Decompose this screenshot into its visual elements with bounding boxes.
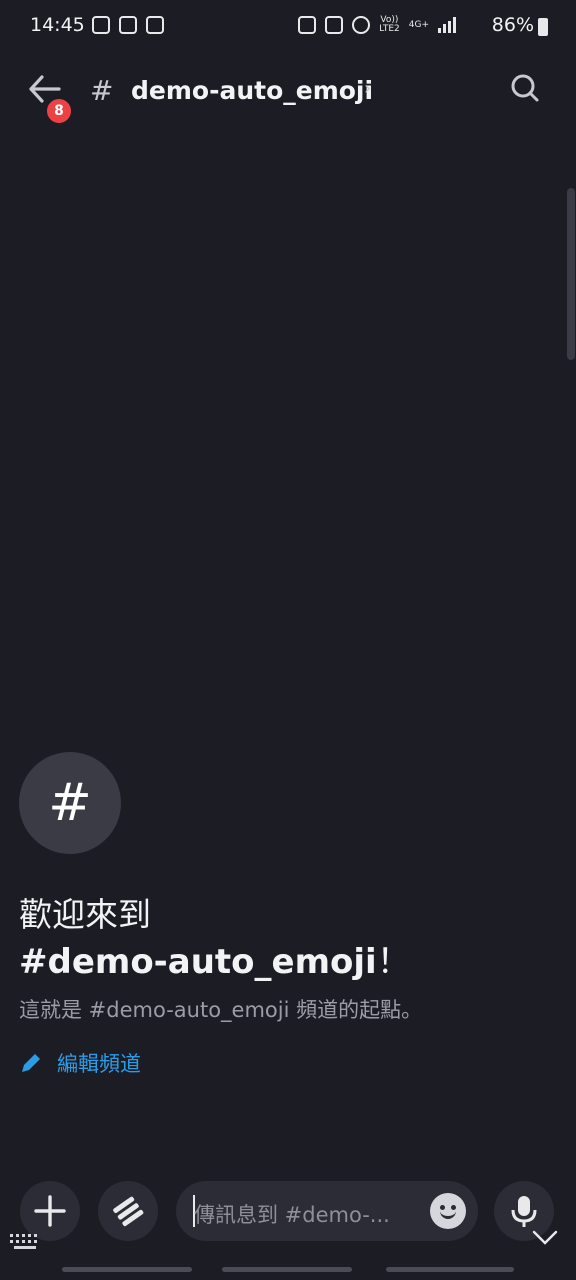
status-time: 14:45	[30, 14, 85, 36]
mute-icon	[325, 16, 344, 34]
net-type-indicator: 4G+	[408, 19, 429, 30]
emoji-eye-right	[451, 1205, 456, 1210]
welcome-description: 這就是 #demo-auto_emoji 頻道的起點。	[19, 998, 423, 1022]
channel-avatar: #	[19, 752, 121, 854]
welcome-channel-name: #demo-auto_emoji	[19, 942, 377, 982]
plus-icon	[34, 1195, 66, 1227]
pencil-icon	[22, 1054, 40, 1072]
status-left-icons	[92, 16, 164, 34]
lte-label: LTE2	[379, 24, 400, 34]
welcome-exclaim: ！	[376, 942, 411, 982]
channel-title[interactable]: demo-auto_emoji	[131, 76, 373, 105]
emoji-mouth	[440, 1211, 456, 1219]
nav-pill-right[interactable]	[386, 1267, 514, 1272]
emoji-eye-left	[440, 1205, 445, 1210]
apps-button[interactable]	[98, 1181, 158, 1241]
signal-icon	[438, 17, 456, 33]
app-notification-icon	[146, 16, 164, 34]
volte-indicator: Vo)) LTE2	[379, 16, 400, 34]
chevron-down-icon[interactable]	[530, 1226, 560, 1252]
battery-percent: 86%	[491, 14, 534, 36]
status-bar: 14:45 Vo)) LTE2 4G+ 86%	[0, 0, 576, 56]
scrollbar[interactable]	[567, 188, 575, 360]
channel-hash-icon: #	[90, 74, 114, 107]
add-attachment-button[interactable]	[20, 1181, 80, 1241]
emoji-button[interactable]	[430, 1193, 466, 1229]
hotspot-icon	[352, 16, 371, 34]
nav-pill-left[interactable]	[62, 1267, 192, 1272]
status-right-icons: Vo)) LTE2 4G+	[298, 16, 456, 34]
message-input[interactable]: 傳訊息到 #demo-...	[176, 1181, 478, 1241]
system-nav-bar	[0, 1262, 576, 1280]
welcome-heading: 歡迎來到	[19, 895, 151, 934]
chevron-right-icon[interactable]: ›	[364, 78, 371, 99]
gift-icon	[113, 1196, 144, 1227]
edit-channel-button[interactable]: 編輯頻道	[19, 1048, 141, 1078]
unread-badge: 8	[44, 96, 74, 126]
welcome-channel-line: #demo-auto_emoji！	[19, 934, 411, 983]
screenshot-icon	[92, 16, 110, 34]
alarm-icon	[298, 16, 317, 34]
search-button[interactable]	[498, 64, 552, 112]
search-icon	[511, 74, 539, 102]
keyboard-icon[interactable]	[10, 1234, 40, 1250]
battery-icon	[538, 18, 548, 36]
edit-channel-label: 編輯頻道	[57, 1052, 141, 1076]
message-placeholder: 傳訊息到 #demo-...	[194, 1203, 390, 1227]
nav-pill-center[interactable]	[222, 1267, 352, 1272]
instagram-icon	[119, 16, 137, 34]
